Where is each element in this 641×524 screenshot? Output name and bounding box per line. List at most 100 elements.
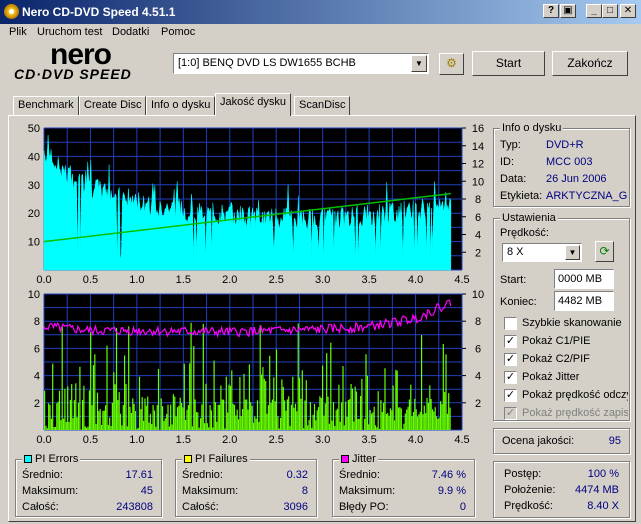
pi-failure-bar — [351, 388, 354, 430]
pi-errors-swatch-icon — [24, 455, 32, 463]
minimize-button[interactable]: _ — [586, 4, 602, 18]
pi-failure-bar — [84, 426, 86, 430]
chevron-down-icon[interactable]: ▼ — [565, 245, 580, 260]
pi-failure-bar — [213, 360, 215, 430]
pi-failure-bar — [300, 398, 302, 430]
pi-errors-title: PI Errors — [22, 453, 81, 465]
pi-failure-bar — [311, 427, 313, 430]
end-input[interactable]: 4482 MB — [554, 291, 614, 311]
pi-failure-bar — [156, 405, 158, 430]
pi-failure-bar — [136, 428, 138, 430]
menu-help[interactable]: Pomoc — [161, 26, 195, 38]
pi-failure-bar — [442, 343, 444, 430]
c2-x-tick: 1.5 — [176, 434, 191, 446]
pi-failure-bar — [332, 402, 335, 430]
pi-failure-bar — [396, 370, 398, 430]
read-speed-label: Prędkość: — [504, 500, 553, 512]
pi-failure-bar — [255, 418, 257, 430]
menu-file[interactable]: Plik — [9, 26, 27, 38]
c2-x-tick: 4.0 — [408, 434, 423, 446]
c2-y-left-tick: 6 — [34, 343, 40, 355]
checkbox-5: ✓ — [504, 407, 517, 420]
pi-failure-bar — [427, 402, 429, 430]
pi-failure-bar — [114, 384, 116, 430]
pi-failure-bar — [82, 400, 84, 430]
pi-failure-bar — [265, 381, 267, 430]
pi-failure-bar — [269, 355, 271, 430]
pi-failure-bar — [309, 402, 311, 430]
progress-group: Postęp: 100 % Położenie: 4474 MB Prędkoś… — [493, 461, 630, 518]
checkbox-label-0: Szybkie skanowanie — [522, 317, 622, 329]
pi-failure-bar — [387, 413, 389, 430]
drive-select[interactable]: [1:0] BENQ DVD LS DW1655 BCHB ▼ — [173, 53, 429, 74]
pi-failure-bar — [179, 397, 181, 430]
pi-failure-bar — [201, 404, 203, 430]
menu-run-test[interactable]: Uruchom test — [37, 26, 102, 38]
pi-failure-bar — [53, 427, 55, 430]
pi-failure-bar — [320, 398, 322, 430]
pi-failure-bar — [334, 425, 336, 430]
checkbox-2[interactable]: ✓ — [504, 353, 517, 366]
pi-failure-bar — [91, 405, 93, 430]
pi-failure-bar — [374, 425, 377, 430]
tab-benchmark[interactable]: Benchmark — [13, 96, 79, 115]
pi-failure-bar — [87, 426, 89, 430]
pi-failure-bar — [251, 405, 253, 430]
pi-failure-bar — [242, 409, 244, 430]
pi-failure-bar — [113, 372, 115, 430]
pi-failure-bar — [233, 404, 236, 430]
disc-type-value: DVD+R — [546, 139, 584, 151]
pi-failure-bar — [246, 399, 248, 430]
pi-failure-bar — [152, 404, 154, 430]
pi-failure-bar — [50, 418, 52, 430]
eject-refresh-button[interactable]: ⚙ — [439, 53, 464, 75]
checkbox-4[interactable]: ✓ — [504, 389, 517, 402]
start-input[interactable]: 0000 MB — [554, 269, 614, 289]
pi-failure-bar — [381, 411, 383, 430]
c1-x-tick: 1.0 — [129, 274, 144, 286]
chevron-down-icon[interactable]: ▼ — [411, 55, 427, 72]
pi-failure-bar — [392, 385, 394, 430]
pi-failures-group: PI Failures Średnio: 0.32 Maksimum: 8 Ca… — [175, 453, 317, 517]
start-button[interactable]: Start — [472, 51, 545, 76]
pi-failure-bar — [101, 425, 103, 430]
pi-failure-bar — [69, 399, 71, 430]
pi-failure-bar — [440, 401, 442, 430]
pi-failure-bar — [270, 402, 272, 430]
menu-extras[interactable]: Dodatki — [112, 26, 149, 38]
tab-disc-info[interactable]: Info o dysku — [146, 96, 216, 115]
speed-select[interactable]: 8 X ▼ — [502, 243, 582, 262]
checkbox-1[interactable]: ✓ — [504, 335, 517, 348]
pi-failure-bar — [60, 420, 62, 430]
checkbox-0[interactable] — [504, 317, 517, 330]
pi-failure-bar — [106, 345, 108, 430]
pi-failure-bar — [194, 399, 196, 430]
tab-create-disc[interactable]: Create Disc — [79, 96, 147, 115]
pi-failure-bar — [398, 407, 400, 430]
pi-failure-bar — [240, 416, 242, 430]
maximize-button[interactable]: □ — [602, 4, 618, 18]
pi-failure-bar — [191, 426, 193, 430]
tab-scandisc[interactable]: ScanDisc — [294, 96, 351, 115]
pi-failure-bar — [297, 323, 299, 430]
pif-max-label: Maksimum: — [182, 485, 239, 497]
help-icon[interactable]: ? — [543, 4, 559, 18]
pi-failure-bar — [305, 380, 307, 430]
pi-failure-bar — [327, 396, 329, 430]
pi-failure-bar — [228, 384, 230, 430]
pi-failure-bar — [186, 409, 188, 430]
pi-failure-bar — [445, 354, 447, 430]
exit-button[interactable]: Zakończ — [552, 51, 628, 76]
pi-failure-bar — [290, 404, 292, 430]
app-icon — [4, 4, 19, 19]
tab-disc-quality[interactable]: Jakość dysku — [215, 93, 292, 116]
pi-failure-bar — [99, 409, 101, 430]
pi-failure-bar — [239, 377, 241, 430]
pi-failure-bar — [301, 370, 303, 430]
disc-info-title: Info o dysku — [500, 122, 564, 134]
context-icon[interactable]: ▣ — [560, 4, 576, 18]
checkbox-3[interactable]: ✓ — [504, 371, 517, 384]
pi-failure-bar — [360, 396, 362, 430]
close-button[interactable]: ✕ — [620, 4, 636, 18]
refresh-icon[interactable]: ⟳ — [595, 241, 614, 262]
